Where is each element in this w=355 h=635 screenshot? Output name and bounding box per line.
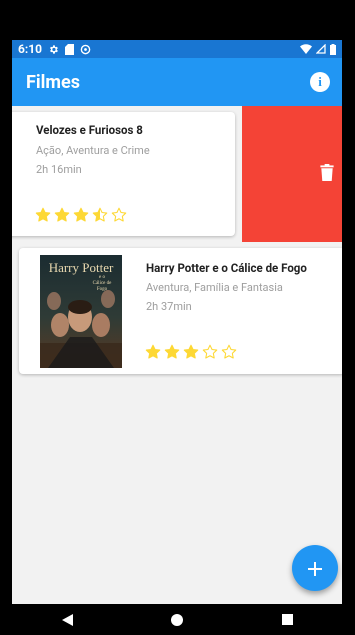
battery-icon [330, 43, 336, 55]
back-triangle-icon [61, 613, 73, 626]
status-left: 6:10 [18, 42, 91, 56]
status-bar: 6:10 [12, 40, 342, 58]
movie-genre: Ação, Aventura e Crime [36, 144, 150, 157]
movie-card[interactable]: Velozes e Furiosos 8 Ação, Aventura e Cr… [12, 112, 235, 236]
app-bar: Filmes i [12, 58, 342, 106]
phone-screen: 6:10 Filmes i Velozes e Furiosos 8 Ação,… [12, 0, 342, 635]
add-movie-button[interactable] [292, 545, 338, 591]
movie-title: Velozes e Furiosos 8 [36, 123, 143, 137]
sd-card-icon [65, 43, 75, 55]
poster-subtitle: e o Cálice de Fogo [84, 275, 120, 293]
signal-icon [316, 44, 326, 54]
plus-icon [308, 555, 322, 581]
home-circle-icon [171, 613, 183, 626]
system-navigation-bar [12, 604, 342, 635]
wifi-icon [300, 44, 312, 54]
nav-recents-button[interactable] [267, 604, 307, 635]
star-empty-icon [202, 344, 218, 359]
movie-title: Harry Potter e o Cálice de Fogo [146, 261, 307, 275]
star-full-icon [145, 344, 161, 359]
star-rating [35, 207, 127, 223]
star-rating [145, 344, 237, 360]
swipe-delete-background[interactable] [242, 106, 342, 242]
star-empty-icon [111, 207, 127, 222]
recents-square-icon [281, 614, 293, 625]
movie-card[interactable]: Harry Potter e o Cálice de Fogo Harry Po… [19, 248, 342, 374]
star-full-icon [73, 207, 89, 222]
star-half-icon [92, 207, 108, 222]
star-full-icon [35, 207, 51, 222]
movie-poster: Harry Potter e o Cálice de Fogo [40, 255, 122, 368]
nav-back-button[interactable] [47, 604, 87, 635]
star-full-icon [183, 344, 199, 359]
info-icon[interactable]: i [310, 72, 330, 92]
app-bar-title: Filmes [26, 71, 80, 93]
movie-list[interactable]: Velozes e Furiosos 8 Ação, Aventura e Cr… [12, 106, 342, 604]
trash-icon[interactable] [320, 163, 334, 185]
star-full-icon [54, 207, 70, 222]
star-empty-icon [221, 344, 237, 359]
poster-title-line1: Harry Potter [48, 260, 114, 275]
settings-gear-icon [48, 44, 59, 55]
star-full-icon [164, 344, 180, 359]
info-label: i [318, 74, 322, 89]
poster-title: Harry Potter [40, 261, 122, 274]
movie-duration: 2h 16min [36, 163, 82, 176]
nav-home-button[interactable] [157, 604, 197, 635]
status-right [300, 43, 336, 55]
sync-circle-icon [80, 44, 91, 55]
movie-duration: 2h 37min [146, 300, 192, 313]
status-time: 6:10 [18, 42, 43, 56]
movie-genre: Aventura, Família e Fantasia [146, 281, 283, 294]
poster-title-line4: Fogo [96, 287, 108, 292]
